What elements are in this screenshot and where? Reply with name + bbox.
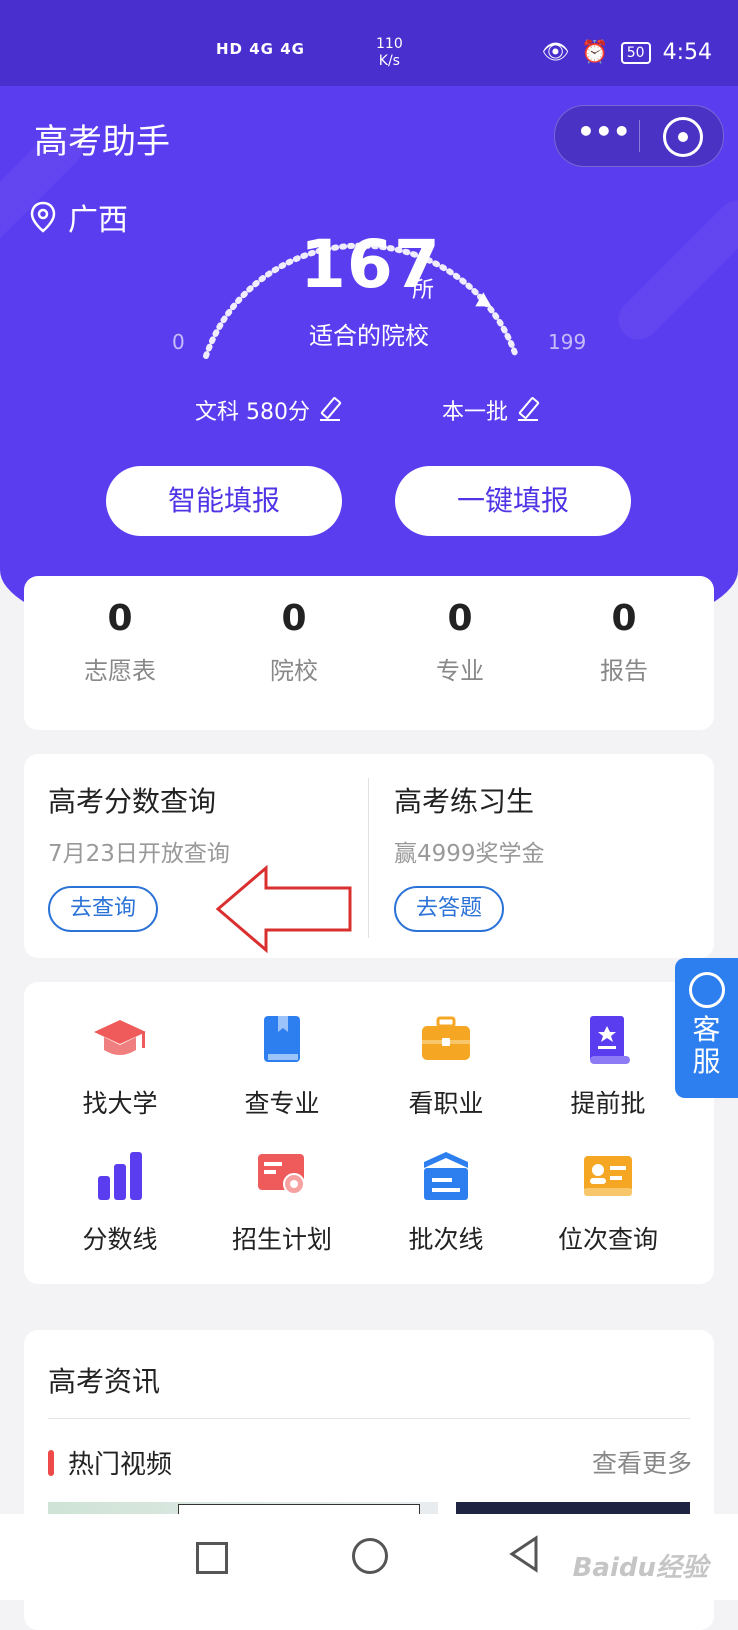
customer-service-label-line2: 服 [692,1045,721,1078]
stat-value: 0 [611,598,637,639]
stat-reports[interactable]: 0 报告 [554,598,694,686]
practice-promo: 高考练习生 赢4999奖学金 去答题 [394,780,545,932]
id-card-icon [580,1148,636,1204]
gauge-max: 199 [548,330,587,354]
stat-schools[interactable]: 0 院校 [224,598,364,686]
edit-icon [320,399,340,421]
bar-chart-icon [92,1148,148,1204]
mini-program-capsule: ••• [554,105,724,167]
stat-volunteer-tables[interactable]: 0 志愿表 [50,598,190,686]
hot-videos-title: 热门视频 [68,1450,173,1480]
batch-label: 本一批 [442,400,509,425]
stat-value: 0 [281,598,307,639]
gauge-min: 0 [172,330,185,354]
promo-subtitle: 7月23日开放查询 [48,841,230,867]
clock: 4:54 [662,40,712,65]
system-nav-bar: Baidu经验 [0,1514,738,1600]
recent-apps-icon[interactable] [196,1542,228,1574]
status-right: 👁 ⏰ 50 4:54 [541,40,712,65]
grid-item-early-batch[interactable]: 提前批 [528,1012,688,1120]
stack-icon [418,1148,474,1204]
watermark: Baidu经验 [572,1553,708,1583]
grid-item-enrollment-plan[interactable]: 招生计划 [202,1148,362,1256]
count-unit: 所 [412,278,435,303]
back-icon[interactable] [508,1534,540,1574]
batch-editor[interactable]: 本一批 [442,394,539,426]
location-name: 广西 [68,203,128,238]
promo-card: 高考分数查询 7月23日开放查询 去查询 高考练习生 赢4999奖学金 去答题 [24,754,714,958]
home-icon[interactable] [352,1538,388,1574]
grid-item-check-major[interactable]: 查专业 [202,1012,362,1120]
go-answer-button[interactable]: 去答题 [394,886,505,932]
stats-card: 0 志愿表 0 院校 0 专业 0 报告 [24,576,714,730]
go-query-button[interactable]: 去查询 [48,886,159,932]
grid-item-label: 找大学 [82,1089,158,1118]
scroll-icon [580,1012,636,1068]
grid-item-label: 看职业 [408,1089,484,1118]
customer-service-label-line1: 客 [692,1013,721,1046]
grid-item-label: 位次查询 [557,1225,658,1254]
grid-item-label: 查专业 [244,1089,320,1118]
book-icon [254,1012,310,1068]
stat-value: 0 [107,598,133,639]
grid-item-view-career[interactable]: 看职业 [366,1012,526,1120]
location-pin-icon [30,201,56,233]
graduation-cap-icon [92,1012,148,1068]
customer-service-button[interactable]: 客 服 [675,958,738,1098]
grid-item-find-university[interactable]: 找大学 [40,1012,200,1120]
alarm-icon: ⏰ [581,40,609,65]
score-label: 文科 580分 [195,400,310,425]
grid-item-rank-query[interactable]: 位次查询 [528,1148,688,1256]
stat-label: 志愿表 [84,657,156,685]
briefcase-icon [418,1012,474,1068]
app-title: 高考助手 [34,122,170,162]
grid-item-batch-line[interactable]: 批次线 [366,1148,526,1256]
location-selector[interactable]: 广西 [30,195,128,239]
one-click-fill-button[interactable]: 一键填报 [395,466,631,536]
annotation-arrow-icon [215,864,352,954]
grid-item-label: 招生计划 [231,1225,332,1254]
score-editor[interactable]: 文科 580分 [195,394,340,426]
promo-subtitle: 赢4999奖学金 [394,841,545,867]
stat-label: 报告 [600,657,648,685]
grid-item-label: 提前批 [570,1089,646,1118]
promo-title: 高考练习生 [394,785,535,818]
stat-label: 院校 [270,657,318,685]
close-mini-program-icon[interactable] [663,117,703,157]
stat-majors[interactable]: 0 专业 [390,598,530,686]
news-divider [48,1418,690,1419]
certificate-icon [254,1148,310,1204]
headset-icon [688,972,725,1008]
more-options-icon[interactable]: ••• [577,118,631,150]
stat-label: 专业 [436,657,484,685]
network-indicator: HD 4G 4G [216,40,305,58]
grid-item-label: 分数线 [82,1225,158,1254]
network-speed-unit: K/s [378,53,400,69]
edit-icon [518,399,539,421]
eye-icon: 👁 [541,40,570,65]
battery-indicator: 50 [620,41,651,64]
promo-title: 高考分数查询 [48,785,217,818]
score-query-promo: 高考分数查询 7月23日开放查询 去查询 [48,780,230,932]
feature-grid: 找大学 查专业 看职业 提前批 分数线 招生计划 批次线 位次查询 [24,982,714,1284]
stat-value: 0 [447,598,473,639]
status-bar: HD 4G 4G 110 K/s 👁 ⏰ 50 4:54 [0,0,738,86]
gauge-label: 适合的院校 [309,322,429,350]
news-heading: 高考资讯 [48,1365,161,1398]
section-marker [48,1450,54,1476]
view-more-link[interactable]: 查看更多 [592,1444,692,1480]
grid-item-label: 批次线 [408,1225,484,1254]
smart-fill-button[interactable]: 智能填报 [106,466,342,536]
grid-item-score-line[interactable]: 分数线 [40,1148,200,1256]
promo-divider [368,778,369,938]
customer-service-label: 客 服 [675,1014,738,1078]
network-speed-value: 110 [376,36,403,52]
network-speed: 110 K/s [376,36,403,70]
capsule-divider [639,120,640,152]
